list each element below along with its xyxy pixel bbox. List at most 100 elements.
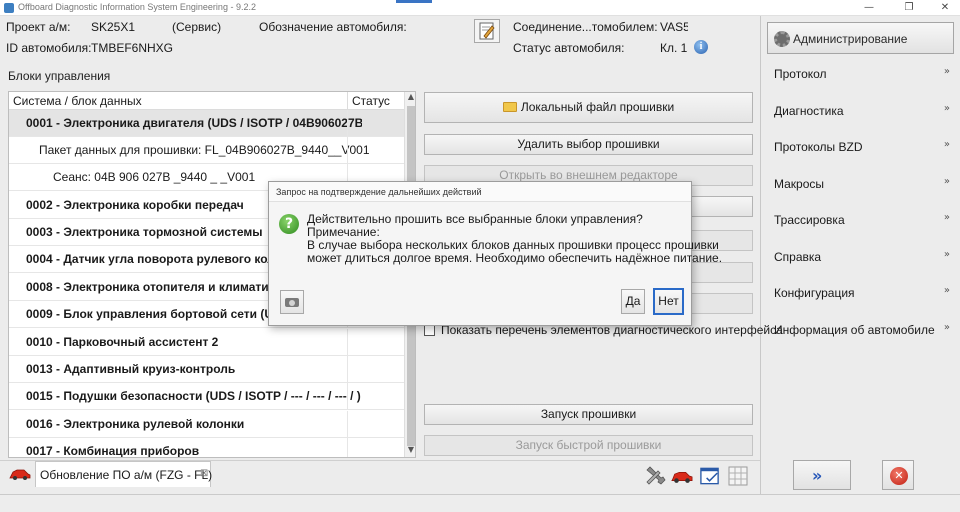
connection-value: VAS5 xyxy=(660,20,688,34)
info-icon[interactable]: i xyxy=(694,40,708,54)
menu-protocol[interactable]: Протокол » xyxy=(768,63,954,85)
menu-bzd-protocols-label: Протоколы BZD xyxy=(774,140,863,154)
row-status xyxy=(347,329,404,356)
dialog-message-line: может длиться долгое время. Необходимо о… xyxy=(307,251,723,265)
dialog-title: Запрос на подтверждение дальнейших дейст… xyxy=(276,187,482,197)
no-button[interactable]: Нет xyxy=(653,288,684,315)
table-row[interactable]: 0015 - Подушки безопасности (UDS / ISOTP… xyxy=(9,383,404,410)
show-interface-list-checkbox[interactable] xyxy=(424,325,435,336)
local-flash-file-button[interactable]: Локальный файл прошивки xyxy=(424,92,753,123)
menu-vehicle-info-label: Информация об автомобиле xyxy=(774,323,935,337)
table-row[interactable]: 0017 - Комбинация приборов xyxy=(9,438,404,458)
chevron-double-down-icon: » xyxy=(943,66,950,77)
chevron-double-down-icon: » xyxy=(943,322,950,333)
status-bar xyxy=(0,494,960,512)
tab-vehicle-software-update[interactable]: Обновление ПО а/м (FZG - FL) ⊠ xyxy=(35,461,212,487)
edit-icon xyxy=(479,22,495,40)
grid-icon[interactable] xyxy=(727,465,749,487)
menu-macros[interactable]: Макросы » xyxy=(768,173,954,195)
dialog-message: Действительно прошить все выбранные блок… xyxy=(307,213,722,265)
row-text: Пакет данных для прошивки: FL_04B906027B… xyxy=(39,143,370,157)
menu-bzd-protocols[interactable]: Протоколы BZD » xyxy=(768,136,954,158)
column-header-system[interactable]: Система / блок данных xyxy=(13,94,142,108)
vehicle-id-label: ID автомобиля: xyxy=(6,41,92,55)
menu-vehicle-info[interactable]: Информация об автомобиле » xyxy=(768,319,954,341)
row-text: 0001 - Электроника двигателя (UDS / ISOT… xyxy=(26,116,362,130)
double-arrow-right-icon: » xyxy=(812,466,823,485)
menu-help-label: Справка xyxy=(774,250,822,264)
designation-label: Обозначение автомобиля: xyxy=(259,20,407,34)
row-status xyxy=(347,411,404,438)
edit-designation-button[interactable] xyxy=(474,19,500,43)
column-separator xyxy=(347,92,348,110)
vehicle-id-value: TMBEF6NHXG xyxy=(91,41,174,55)
chevron-double-down-icon: » xyxy=(943,249,950,260)
row-text: 0016 - Электроника рулевой колонки xyxy=(26,417,245,431)
folder-icon xyxy=(502,102,517,112)
screenshot-button[interactable] xyxy=(280,290,304,314)
gear-icon xyxy=(774,31,790,47)
app-icon xyxy=(4,3,14,13)
row-text: 0010 - Парковочный ассистент 2 xyxy=(26,335,219,349)
title-accent xyxy=(396,0,432,3)
column-header-status[interactable]: Статус xyxy=(352,94,390,108)
row-status xyxy=(347,356,404,383)
dialog-title-bar: Запрос на подтверждение дальнейших дейст… xyxy=(269,182,691,202)
vehicle-status-label: Статус автомобиля: xyxy=(513,41,625,55)
forward-button[interactable]: » xyxy=(793,460,851,490)
row-status xyxy=(347,137,404,164)
yes-button[interactable]: Да xyxy=(621,289,645,314)
row-text: Сеанс: 04B 906 027B _9440 _ _V001 xyxy=(53,170,256,184)
tab-close-icon[interactable]: ⊠ xyxy=(200,468,208,479)
vehicle-status-value: Кл. 15 xyxy=(660,41,688,55)
row-text: 0002 - Электроника коробки передач xyxy=(26,198,244,212)
section-title: Блоки управления xyxy=(8,69,111,83)
menu-tracing-label: Трассировка xyxy=(774,213,845,227)
confirmation-dialog: Запрос на подтверждение дальнейших дейст… xyxy=(268,181,722,326)
menu-diagnostics[interactable]: Диагностика » xyxy=(768,100,954,122)
camera-lens xyxy=(289,300,295,306)
menu-help[interactable]: Справка » xyxy=(768,246,954,268)
row-text: 0009 - Блок управления бортовой сети (UD xyxy=(26,307,272,321)
chevron-double-down-icon: » xyxy=(943,176,950,187)
close-window-button[interactable]: ✕ xyxy=(932,1,958,15)
car-icon[interactable] xyxy=(9,467,31,481)
menu-diagnostics-label: Диагностика xyxy=(774,104,844,118)
row-status xyxy=(347,110,404,137)
project-value: SK25X1 xyxy=(91,20,136,34)
scroll-down-icon[interactable]: ▼ xyxy=(405,445,415,457)
row-status xyxy=(347,438,404,457)
menu-tracing[interactable]: Трассировка » xyxy=(768,209,954,231)
administration-button[interactable]: Администрирование xyxy=(767,22,954,54)
start-flash-button[interactable]: Запуск прошивки xyxy=(424,404,753,425)
minimize-button[interactable]: — xyxy=(856,1,882,15)
row-status xyxy=(347,383,404,410)
scroll-up-icon[interactable]: ▲ xyxy=(405,92,415,104)
start-quick-flash-button[interactable]: Запуск быстрой прошивки xyxy=(424,435,753,456)
menu-protocol-label: Протокол xyxy=(774,67,827,81)
table-row[interactable]: Пакет данных для прошивки: FL_04B906027B… xyxy=(9,137,404,164)
project-mode: (Сервис) xyxy=(172,20,222,34)
table-header: Система / блок данных Статус xyxy=(9,92,404,110)
close-icon: ✕ xyxy=(890,467,908,485)
tools-icon[interactable] xyxy=(644,465,666,487)
table-row[interactable]: 0010 - Парковочный ассистент 2 xyxy=(9,329,404,356)
row-text: 0004 - Датчик угла поворота рулевого кол… xyxy=(26,252,272,266)
chevron-double-down-icon: » xyxy=(943,212,950,223)
row-text: 0017 - Комбинация приборов xyxy=(26,444,200,458)
delete-flash-selection-button[interactable]: Удалить выбор прошивки xyxy=(424,134,753,155)
chevron-double-down-icon: » xyxy=(943,139,950,150)
car-diagnostics-icon[interactable] xyxy=(671,465,693,487)
menu-configuration[interactable]: Конфигурация » xyxy=(768,282,954,304)
administration-label: Администрирование xyxy=(793,32,908,46)
cancel-button[interactable]: ✕ xyxy=(882,460,914,490)
table-row[interactable]: 0016 - Электроника рулевой колонки xyxy=(9,411,404,438)
maximize-button[interactable]: ❐ xyxy=(896,1,922,15)
checklist-icon[interactable] xyxy=(699,465,721,487)
menu-configuration-label: Конфигурация xyxy=(774,286,855,300)
table-row[interactable]: 0013 - Адаптивный круиз-контроль xyxy=(9,356,404,383)
table-row[interactable]: 0001 - Электроника двигателя (UDS / ISOT… xyxy=(9,110,404,137)
chevron-double-down-icon: » xyxy=(943,285,950,296)
row-text: 0015 - Подушки безопасности (UDS / ISOTP… xyxy=(26,389,361,403)
window-title: Offboard Diagnostic Information System E… xyxy=(18,2,256,12)
